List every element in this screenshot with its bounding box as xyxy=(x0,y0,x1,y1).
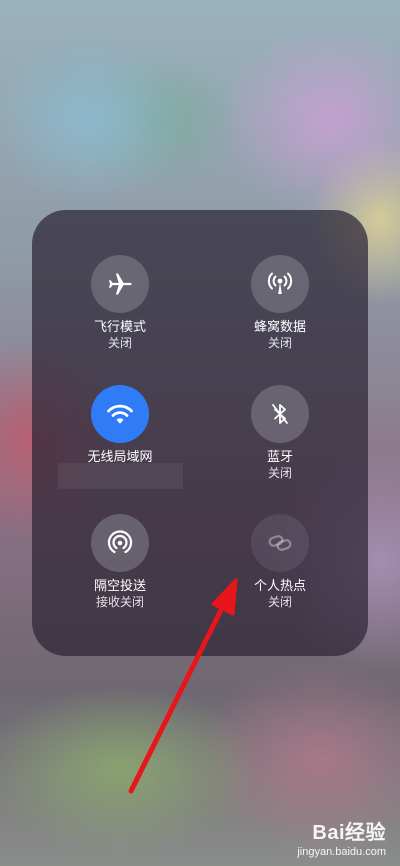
watermark-logo: Bai经验 xyxy=(297,816,386,845)
watermark-url: jingyan.baidu.com xyxy=(297,846,386,858)
annotation-arrow-head xyxy=(211,578,238,616)
red-annotation-arrow xyxy=(128,578,238,794)
baidu-jingyan-watermark: Bai经验 jingyan.baidu.com xyxy=(297,816,386,858)
watermark-logo-text: Bai经验 xyxy=(312,822,386,844)
annotation-arrow-shaft xyxy=(128,605,225,794)
